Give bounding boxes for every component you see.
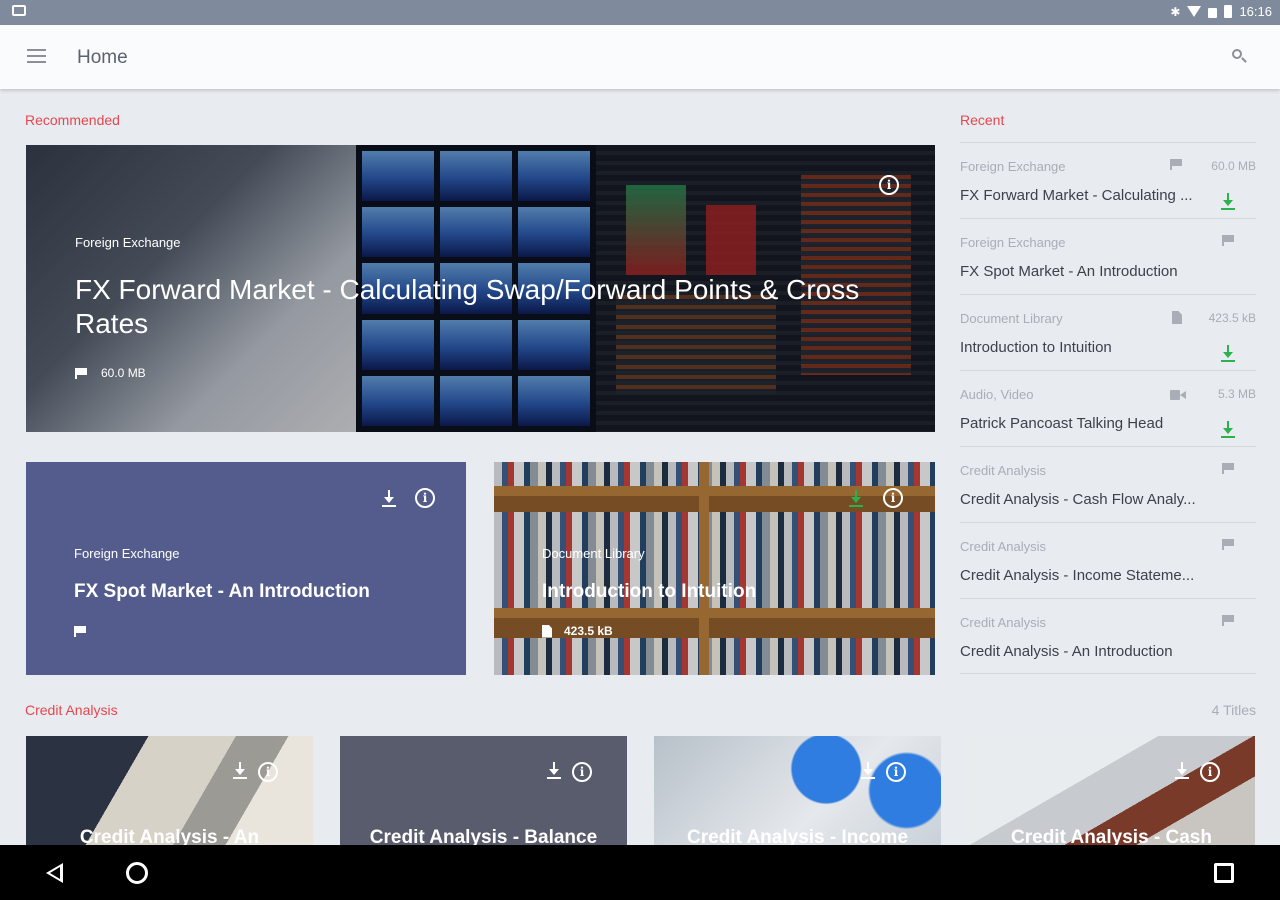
- download-icon[interactable]: [1174, 762, 1190, 779]
- card-title: Credit Analysis - Cash: [1011, 827, 1212, 845]
- card-title: Credit Analysis - Balance: [369, 827, 598, 845]
- hero-card[interactable]: i Foreign Exchange FX Forward Market - C…: [26, 145, 935, 432]
- info-icon[interactable]: i: [415, 488, 435, 508]
- recent-item-title: Credit Analysis - Income Stateme...: [960, 567, 1195, 584]
- card-title: Credit Analysis - Income: [686, 827, 909, 845]
- hero-title: FX Forward Market - Calculating Swap/For…: [75, 274, 860, 339]
- recent-item-category: Document Library: [960, 311, 1063, 326]
- recent-item-title: FX Spot Market - An Introduction: [960, 263, 1178, 280]
- search-icon[interactable]: [1232, 49, 1247, 63]
- hero-meta: 60.0 MB: [75, 366, 146, 380]
- hero-info-icon[interactable]: i: [879, 175, 899, 195]
- page-title: Home: [77, 47, 128, 68]
- card-size: 423.5 kB: [564, 624, 613, 638]
- info-icon[interactable]: i: [572, 762, 592, 782]
- flag-icon: [1222, 539, 1236, 550]
- recent-item-size: 60.0 MB: [1211, 159, 1256, 173]
- recent-item[interactable]: Foreign Exchange FX Spot Market - An Int…: [960, 218, 1256, 294]
- credit-analysis-label: Credit Analysis: [25, 702, 118, 718]
- downloaded-icon: [1220, 345, 1236, 362]
- recent-item-category: Credit Analysis: [960, 539, 1046, 554]
- recent-item-title: Introduction to Intuition: [960, 339, 1112, 356]
- hero-category: Foreign Exchange: [75, 235, 181, 250]
- recent-item-category: Credit Analysis: [960, 463, 1046, 478]
- recent-item-title: Patrick Pancoast Talking Head: [960, 415, 1164, 432]
- recent-item[interactable]: Foreign Exchange 60.0 MB FX Forward Mark…: [960, 142, 1256, 218]
- flag-icon: [1222, 463, 1236, 474]
- recent-item-title: Credit Analysis - An Introduction: [960, 643, 1173, 660]
- recent-item-category: Credit Analysis: [960, 615, 1046, 630]
- credit-analysis-card[interactable]: i Credit Analysis - Balance: [340, 736, 627, 845]
- downloaded-icon[interactable]: [848, 490, 864, 507]
- back-icon[interactable]: [46, 863, 63, 883]
- menu-icon[interactable]: [27, 49, 46, 63]
- card-document-library[interactable]: i Document Library Introduction to Intui…: [494, 462, 935, 675]
- status-icons: ✱ 16:16: [1170, 4, 1272, 19]
- card-title: FX Spot Market - An Introduction: [74, 581, 370, 602]
- download-icon[interactable]: [546, 762, 562, 779]
- flag-icon: [1222, 615, 1236, 626]
- info-icon[interactable]: i: [258, 762, 278, 782]
- download-icon[interactable]: [860, 762, 876, 779]
- recent-item[interactable]: Credit Analysis Credit Analysis - Income…: [960, 522, 1256, 598]
- status-time: 16:16: [1239, 4, 1272, 19]
- document-icon: [1172, 311, 1182, 324]
- card-category: Foreign Exchange: [74, 546, 180, 561]
- system-nav-bar: [0, 845, 1280, 900]
- flag-icon: [74, 626, 88, 637]
- card-meta: 423.5 kB: [542, 624, 613, 638]
- card-title: Introduction to Intuition: [542, 581, 757, 602]
- screenshot-notification-icon: [12, 5, 26, 16]
- hero-size: 60.0 MB: [101, 366, 146, 380]
- recent-item[interactable]: Credit Analysis Credit Analysis - Cash F…: [960, 446, 1256, 522]
- recent-item-size: 5.3 MB: [1217, 387, 1256, 401]
- wifi-icon: [1187, 6, 1202, 17]
- recent-item[interactable]: Document Library 423.5 kB Introduction t…: [960, 294, 1256, 370]
- titles-count: 4 Titles: [1211, 702, 1256, 718]
- credit-analysis-card[interactable]: i Credit Analysis - Income: [654, 736, 941, 845]
- info-icon[interactable]: i: [886, 762, 906, 782]
- recent-item-title: Credit Analysis - Cash Flow Analy...: [960, 491, 1196, 508]
- card-fx-spot[interactable]: i Foreign Exchange FX Spot Market - An I…: [26, 462, 466, 675]
- downloaded-icon: [1220, 193, 1236, 210]
- flag-icon: [75, 368, 89, 379]
- credit-analysis-card[interactable]: i Credit Analysis - Cash: [968, 736, 1255, 845]
- download-icon[interactable]: [381, 490, 397, 507]
- recent-item-category: Audio, Video: [960, 387, 1034, 402]
- info-icon[interactable]: i: [1200, 762, 1220, 782]
- flag-icon: [1170, 159, 1184, 170]
- recent-item-category: Foreign Exchange: [960, 235, 1066, 250]
- battery-icon: [1224, 5, 1233, 18]
- bluetooth-icon: ✱: [1170, 4, 1181, 19]
- recommended-label: Recommended: [25, 112, 120, 128]
- download-icon[interactable]: [232, 762, 248, 779]
- app-toolbar: Home: [0, 25, 1280, 89]
- recent-item-category: Foreign Exchange: [960, 159, 1066, 174]
- credit-analysis-card[interactable]: i Credit Analysis - An: [26, 736, 313, 845]
- recent-label: Recent: [960, 112, 1005, 128]
- recent-item[interactable]: Audio, Video 5.3 MB Patrick Pancoast Tal…: [960, 370, 1256, 446]
- info-icon[interactable]: i: [883, 488, 903, 508]
- card-title: Credit Analysis - An: [79, 827, 260, 845]
- recent-item-size: 423.5 kB: [1208, 311, 1256, 325]
- video-icon: [1170, 390, 1186, 400]
- flag-icon: [1222, 235, 1236, 246]
- card-category: Document Library: [542, 546, 645, 561]
- lock-icon: [1208, 7, 1218, 18]
- status-bar: ✱ 16:16: [0, 0, 1280, 25]
- recent-item-title: FX Forward Market - Calculating ...: [960, 187, 1193, 204]
- recent-item[interactable]: Credit Analysis Credit Analysis - An Int…: [960, 598, 1256, 674]
- recent-list: Foreign Exchange 60.0 MB FX Forward Mark…: [960, 142, 1256, 674]
- document-icon: [542, 624, 552, 638]
- recents-icon[interactable]: [1214, 863, 1234, 883]
- downloaded-icon: [1220, 421, 1236, 438]
- home-icon[interactable]: [126, 862, 148, 884]
